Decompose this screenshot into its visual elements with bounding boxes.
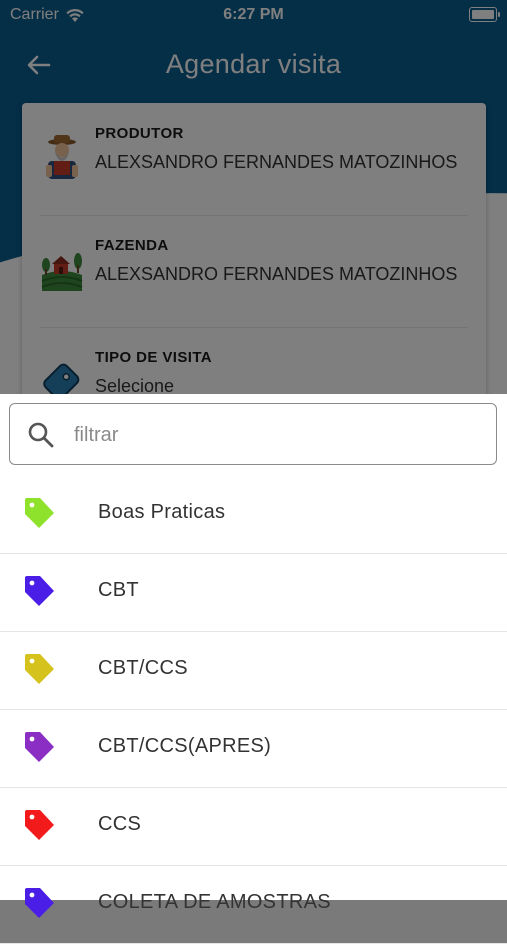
list-item-label: CBT/CCS(APRES) (98, 735, 272, 757)
list-item[interactable]: Boas Praticas (0, 476, 507, 554)
tag-shape (25, 576, 54, 606)
search-field[interactable] (9, 403, 497, 465)
list-item-label: CBT/CCS (98, 657, 188, 679)
visit-type-list: Boas Praticas CBT CBT/CCS CBT/CCS(APRES)… (0, 476, 507, 944)
list-item[interactable]: CBT/CCS (0, 632, 507, 710)
tag-icon (25, 654, 54, 684)
list-item[interactable]: CBT/CCS(APRES) (0, 710, 507, 788)
tag-shape (25, 810, 54, 840)
list-item[interactable]: COLETA DE AMOSTRAS (0, 866, 507, 944)
tag-icon (25, 810, 54, 840)
list-item-label: CCS (98, 813, 142, 835)
tag-icon (25, 576, 54, 606)
tag-shape (25, 732, 54, 762)
search-input[interactable] (72, 414, 476, 456)
search-icon (28, 422, 54, 448)
list-item-label: COLETA DE AMOSTRAS (98, 891, 331, 913)
tag-shape (25, 888, 54, 918)
list-item-label: CBT (98, 579, 139, 601)
list-item-label: Boas Praticas (98, 501, 226, 523)
tag-icon (25, 732, 54, 762)
tag-icon (25, 888, 54, 918)
list-item[interactable]: CBT (0, 554, 507, 632)
tag-icon (25, 498, 54, 528)
tag-shape (25, 498, 54, 528)
tag-shape (25, 654, 54, 684)
list-item[interactable]: CCS (0, 788, 507, 866)
visit-type-picker-sheet: Boas Praticas CBT CBT/CCS CBT/CCS(APRES)… (0, 394, 507, 944)
